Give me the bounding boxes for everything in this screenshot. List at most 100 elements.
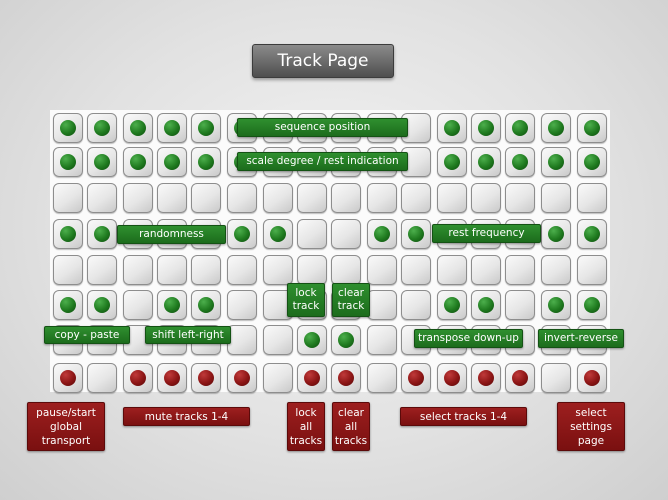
grid-button-r3-c10[interactable]	[367, 183, 397, 213]
grid-button-r2-c3[interactable]	[123, 147, 153, 177]
green-led-icon	[60, 120, 76, 136]
green-led-icon	[338, 332, 354, 348]
grid-button-r2-c2[interactable]	[87, 147, 117, 177]
grid-button-r5-c12[interactable]	[437, 255, 467, 285]
grid-button-r5-c8[interactable]	[297, 255, 327, 285]
grid-button-r4-c7[interactable]	[263, 219, 293, 249]
grid-button-r2-c14[interactable]	[505, 147, 535, 177]
grid-button-r3-c15[interactable]	[541, 183, 571, 213]
grid-button-r6-c5[interactable]	[191, 290, 221, 320]
grid-button-r3-c11[interactable]	[401, 183, 431, 213]
grid-button-r8-c14[interactable]	[505, 363, 535, 393]
grid-button-r5-c1[interactable]	[53, 255, 83, 285]
grid-button-r5-c6[interactable]	[227, 255, 257, 285]
grid-button-r8-c3[interactable]	[123, 363, 153, 393]
grid-button-r1-c4[interactable]	[157, 113, 187, 143]
grid-button-r8-c13[interactable]	[471, 363, 501, 393]
grid-button-r7-c9[interactable]	[331, 325, 361, 355]
grid-button-r5-c10[interactable]	[367, 255, 397, 285]
grid-button-r7-c7[interactable]	[263, 325, 293, 355]
grid-button-r4-c2[interactable]	[87, 219, 117, 249]
grid-button-r5-c11[interactable]	[401, 255, 431, 285]
grid-button-r8-c5[interactable]	[191, 363, 221, 393]
grid-button-r3-c14[interactable]	[505, 183, 535, 213]
grid-button-r1-c16[interactable]	[577, 113, 607, 143]
green-led-icon	[512, 120, 528, 136]
grid-button-r3-c1[interactable]	[53, 183, 83, 213]
grid-button-r4-c1[interactable]	[53, 219, 83, 249]
grid-button-r5-c16[interactable]	[577, 255, 607, 285]
grid-button-r3-c12[interactable]	[437, 183, 467, 213]
grid-button-r6-c2[interactable]	[87, 290, 117, 320]
grid-button-r3-c6[interactable]	[227, 183, 257, 213]
grid-button-r4-c11[interactable]	[401, 219, 431, 249]
grid-button-r8-c11[interactable]	[401, 363, 431, 393]
grid-button-r4-c10[interactable]	[367, 219, 397, 249]
grid-button-r4-c9[interactable]	[331, 219, 361, 249]
grid-button-r1-c15[interactable]	[541, 113, 571, 143]
grid-button-r6-c14[interactable]	[505, 290, 535, 320]
grid-button-r8-c1[interactable]	[53, 363, 83, 393]
grid-button-r6-c3[interactable]	[123, 290, 153, 320]
grid-button-r2-c15[interactable]	[541, 147, 571, 177]
grid-button-r5-c2[interactable]	[87, 255, 117, 285]
grid-button-r5-c3[interactable]	[123, 255, 153, 285]
grid-button-r2-c1[interactable]	[53, 147, 83, 177]
grid-button-r3-c9[interactable]	[331, 183, 361, 213]
grid-button-r6-c1[interactable]	[53, 290, 83, 320]
grid-button-r3-c8[interactable]	[297, 183, 327, 213]
grid-button-r3-c4[interactable]	[157, 183, 187, 213]
grid-button-r3-c16[interactable]	[577, 183, 607, 213]
grid-button-r1-c12[interactable]	[437, 113, 467, 143]
grid-button-r5-c13[interactable]	[471, 255, 501, 285]
grid-button-r6-c4[interactable]	[157, 290, 187, 320]
grid-button-r3-c7[interactable]	[263, 183, 293, 213]
grid-button-r6-c12[interactable]	[437, 290, 467, 320]
grid-button-r7-c6[interactable]	[227, 325, 257, 355]
grid-button-r7-c10[interactable]	[367, 325, 397, 355]
grid-button-r6-c11[interactable]	[401, 290, 431, 320]
grid-button-r3-c3[interactable]	[123, 183, 153, 213]
grid-button-r1-c5[interactable]	[191, 113, 221, 143]
grid-button-r6-c15[interactable]	[541, 290, 571, 320]
grid-button-r8-c8[interactable]	[297, 363, 327, 393]
grid-button-r4-c6[interactable]	[227, 219, 257, 249]
grid-button-r6-c6[interactable]	[227, 290, 257, 320]
grid-button-r2-c13[interactable]	[471, 147, 501, 177]
grid-button-r5-c5[interactable]	[191, 255, 221, 285]
grid-button-r4-c15[interactable]	[541, 219, 571, 249]
grid-button-r8-c6[interactable]	[227, 363, 257, 393]
grid-button-r8-c10[interactable]	[367, 363, 397, 393]
grid-button-r8-c12[interactable]	[437, 363, 467, 393]
grid-button-r4-c16[interactable]	[577, 219, 607, 249]
grid-button-r1-c1[interactable]	[53, 113, 83, 143]
grid-button-r5-c7[interactable]	[263, 255, 293, 285]
grid-button-r5-c9[interactable]	[331, 255, 361, 285]
grid-button-r7-c8[interactable]	[297, 325, 327, 355]
grid-button-r2-c4[interactable]	[157, 147, 187, 177]
grid-button-r8-c16[interactable]	[577, 363, 607, 393]
grid-button-r3-c5[interactable]	[191, 183, 221, 213]
grid-button-r8-c7[interactable]	[263, 363, 293, 393]
grid-button-r5-c4[interactable]	[157, 255, 187, 285]
grid-button-r6-c16[interactable]	[577, 290, 607, 320]
grid-button-r8-c15[interactable]	[541, 363, 571, 393]
grid-button-r5-c14[interactable]	[505, 255, 535, 285]
grid-button-r2-c12[interactable]	[437, 147, 467, 177]
grid-button-r3-c2[interactable]	[87, 183, 117, 213]
grid-button-r1-c14[interactable]	[505, 113, 535, 143]
grid-button-r8-c4[interactable]	[157, 363, 187, 393]
grid-button-r6-c10[interactable]	[367, 290, 397, 320]
grid-button-r6-c13[interactable]	[471, 290, 501, 320]
grid-button-r1-c3[interactable]	[123, 113, 153, 143]
grid-button-r1-c2[interactable]	[87, 113, 117, 143]
grid-button-r4-c8[interactable]	[297, 219, 327, 249]
grid-button-r3-c13[interactable]	[471, 183, 501, 213]
grid-button-r2-c5[interactable]	[191, 147, 221, 177]
grid-button-r2-c16[interactable]	[577, 147, 607, 177]
grid-button-r8-c9[interactable]	[331, 363, 361, 393]
grid-button-r5-c15[interactable]	[541, 255, 571, 285]
grid-button-r1-c13[interactable]	[471, 113, 501, 143]
grid-button-r8-c2[interactable]	[87, 363, 117, 393]
green-led-icon	[94, 226, 110, 242]
